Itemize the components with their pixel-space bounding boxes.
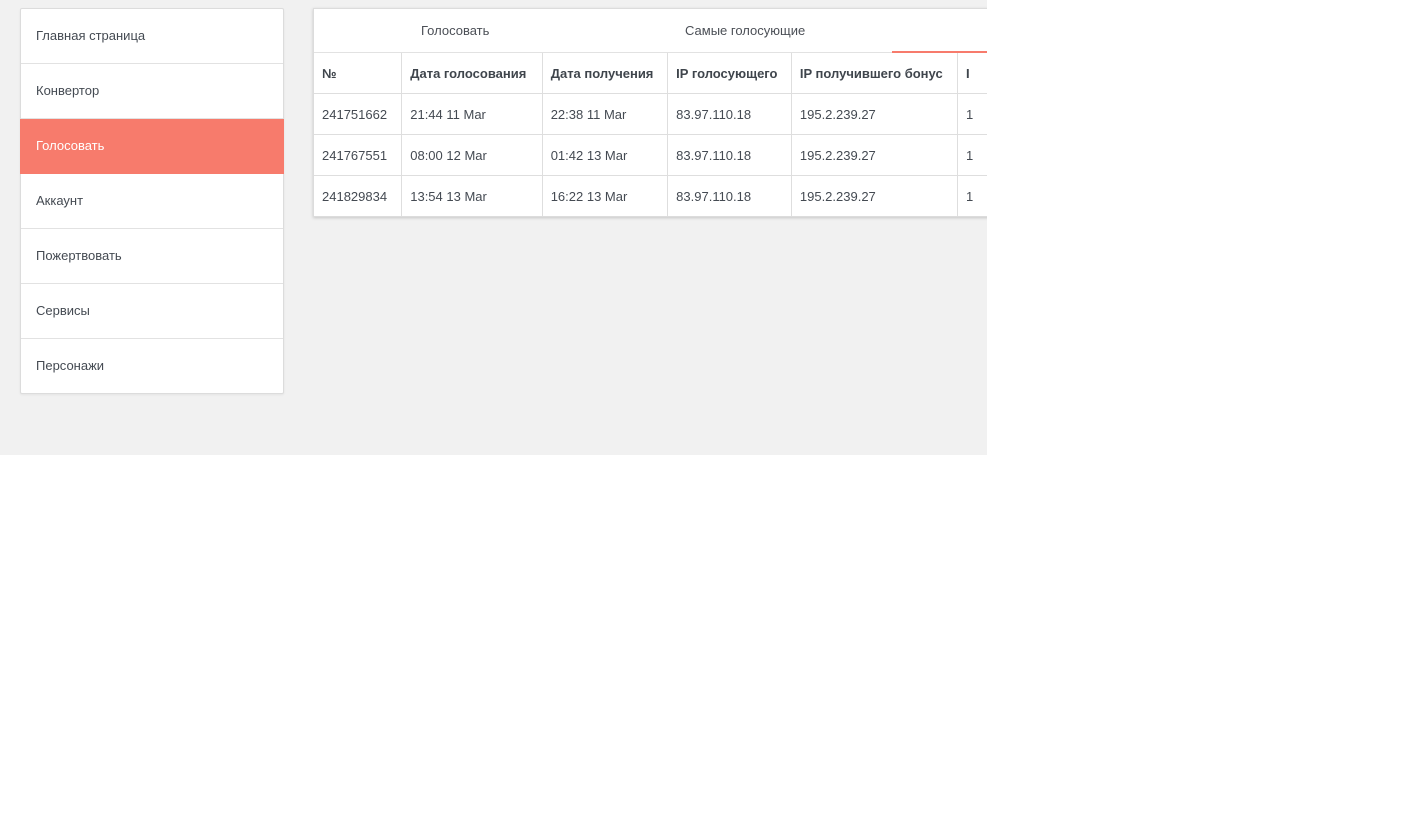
- cell-receive-date: 16:22 13 Mar: [542, 175, 669, 216]
- vote-history-table: № Дата голосования Дата получения IP гол…: [314, 53, 987, 216]
- tab-bar: Голосовать Самые голосующие: [314, 9, 987, 53]
- sidebar-item-vote[interactable]: Голосовать: [20, 119, 284, 174]
- tab-top-voters[interactable]: Самые голосующие: [685, 9, 805, 52]
- sidebar-item-donate[interactable]: Пожертвовать: [21, 229, 283, 284]
- cell-truncated: 1: [957, 134, 987, 176]
- header-truncated: I: [957, 53, 987, 94]
- active-tab-indicator: [892, 51, 987, 53]
- cell-vote-date: 21:44 11 Mar: [401, 93, 543, 135]
- cell-truncated: 1: [966, 188, 974, 204]
- sidebar-menu: Главная страница Конвертор Голосовать Ак…: [20, 8, 284, 394]
- cell-bonus-ip: 195.2.239.27: [791, 93, 959, 135]
- cell-truncated: 1: [957, 93, 987, 135]
- cell-voter-ip: 83.97.110.18: [667, 93, 792, 135]
- cell-bonus-ip: 195.2.239.27: [791, 134, 959, 176]
- header-receive-date: Дата получения: [542, 53, 669, 94]
- table-header-row: № Дата голосования Дата получения IP гол…: [314, 53, 987, 94]
- cell-bonus-ip: 195.2.239.27: [791, 175, 959, 216]
- header-number: №: [314, 53, 403, 94]
- table-row: 241767551 08:00 12 Mar 01:42 13 Mar 83.9…: [314, 134, 987, 176]
- cell-number: 241751662: [314, 93, 403, 135]
- cell-vote-date: 08:00 12 Mar: [401, 134, 543, 176]
- app-viewport: Главная страница Конвертор Голосовать Ак…: [0, 0, 987, 455]
- cell-number: 241829834: [314, 175, 403, 216]
- sidebar-item-account[interactable]: Аккаунт: [21, 174, 283, 229]
- cell-voter-ip: 83.97.110.18: [667, 134, 792, 176]
- cell-vote-date: 13:54 13 Mar: [401, 175, 543, 216]
- cell-receive-date: 22:38 11 Mar: [542, 93, 669, 135]
- header-vote-date: Дата голосования: [401, 53, 543, 94]
- sidebar-item-converter[interactable]: Конвертор: [21, 64, 283, 119]
- header-bonus-ip: IP получившего бонус: [791, 53, 959, 94]
- sidebar-item-services[interactable]: Сервисы: [21, 284, 283, 339]
- sidebar-item-home[interactable]: Главная страница: [21, 9, 283, 64]
- table-row: 241829834 13:54 13 Mar 16:22 13 Mar 83.9…: [314, 175, 987, 216]
- header-voter-ip: IP голосующего: [667, 53, 792, 94]
- sidebar-item-characters[interactable]: Персонажи: [21, 339, 283, 393]
- cell-number: 241767551: [314, 134, 403, 176]
- cell-voter-ip: 83.97.110.18: [667, 175, 792, 216]
- cell-receive-date: 01:42 13 Mar: [542, 134, 669, 176]
- vote-panel: Голосовать Самые голосующие № Дата голос…: [313, 8, 987, 217]
- tab-vote[interactable]: Голосовать: [421, 9, 489, 52]
- table-row: 241751662 21:44 11 Mar 22:38 11 Mar 83.9…: [314, 93, 987, 135]
